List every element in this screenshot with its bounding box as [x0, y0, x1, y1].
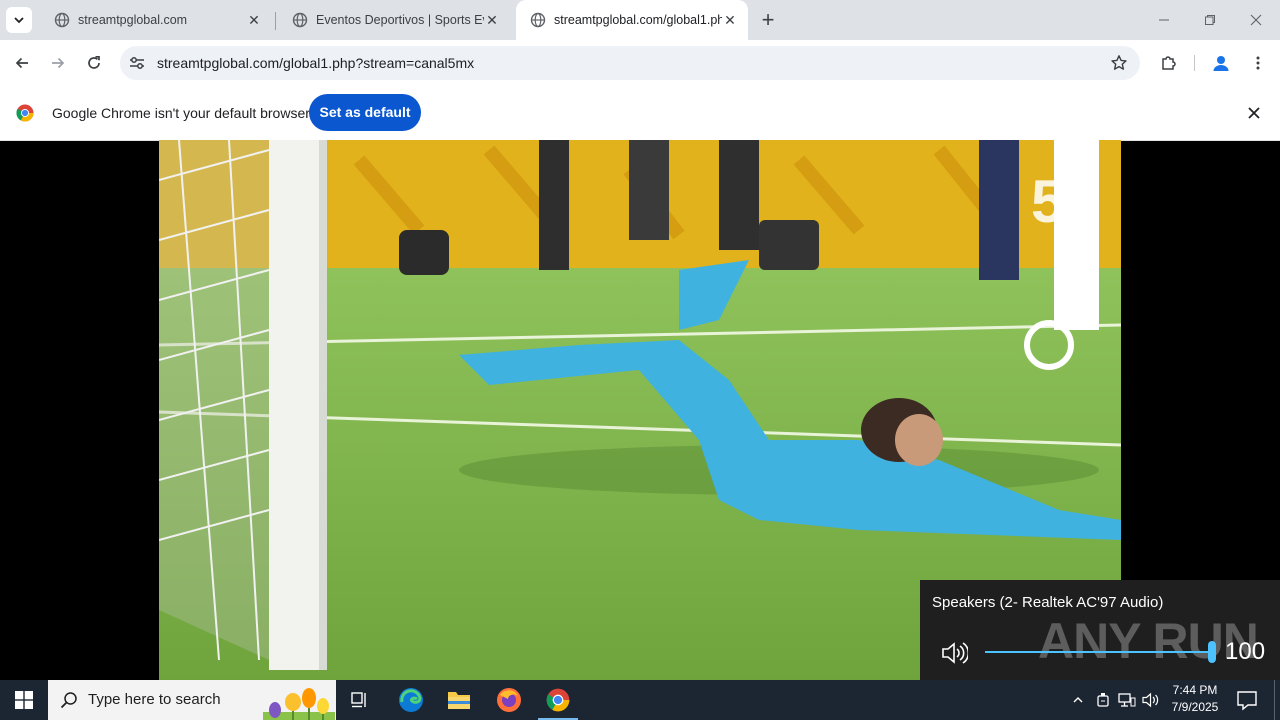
back-button[interactable] — [8, 49, 36, 77]
toolbar-divider — [1194, 55, 1195, 71]
show-hidden-icons-button[interactable] — [1068, 690, 1088, 710]
clock-date: 7/9/2025 — [1171, 700, 1219, 714]
network-icon — [1118, 693, 1136, 707]
start-button[interactable] — [0, 680, 48, 720]
close-icon[interactable]: ✕ — [246, 12, 262, 28]
chrome-logo-icon — [546, 688, 570, 712]
site-settings-icon[interactable] — [128, 54, 146, 72]
close-icon[interactable] — [1244, 103, 1264, 123]
taskbar-firefox[interactable] — [491, 684, 527, 716]
bookmark-star-icon[interactable] — [1110, 54, 1128, 72]
restore-button[interactable] — [1187, 6, 1233, 34]
volume-slider[interactable] — [985, 651, 1215, 653]
minimize-button[interactable] — [1141, 6, 1187, 34]
tab-title: Eventos Deportivos | Sports Eve — [316, 13, 484, 27]
taskbar-search-box[interactable]: Type here to search — [48, 680, 336, 720]
avatar-icon — [1213, 56, 1229, 71]
chevron-up-icon — [1073, 697, 1083, 703]
task-view-icon — [351, 692, 366, 708]
window-close-button[interactable] — [1233, 6, 1279, 34]
tab-title: streamtpglobal.com/global1.ph — [554, 13, 722, 27]
usb-device-icon — [1097, 693, 1109, 707]
task-view-button[interactable] — [342, 684, 378, 716]
chevron-down-icon — [14, 17, 24, 24]
chrome-logo-icon — [16, 104, 34, 122]
tab-title: streamtpglobal.com — [78, 13, 188, 27]
taskbar-chrome[interactable] — [540, 684, 576, 716]
flowers-decoration-icon — [263, 688, 335, 720]
taskbar-clock[interactable]: 7:44 PM 7/9/2025 — [1160, 682, 1230, 718]
new-tab-button[interactable]: + — [757, 8, 779, 32]
taskbar-file-explorer[interactable] — [441, 684, 477, 716]
tab-eventos-deportivos[interactable]: Eventos Deportivos | Sports Eve ✕ — [278, 0, 510, 40]
close-icon[interactable]: ✕ — [484, 12, 500, 28]
browser-toolbar: streamtpglobal.com/global1.php?stream=ca… — [0, 40, 1280, 86]
reload-icon — [88, 55, 100, 69]
edge-icon — [399, 688, 423, 712]
forward-button[interactable] — [44, 49, 72, 77]
tab-divider — [275, 12, 276, 30]
windows-logo-icon — [15, 691, 33, 709]
arrow-left-icon — [15, 57, 28, 69]
reload-button[interactable] — [80, 49, 108, 77]
globe-icon — [530, 12, 546, 28]
tab-strip: streamtpglobal.com ✕ Eventos Deportivos … — [0, 0, 1280, 40]
default-browser-infobar: Google Chrome isn't your default browser… — [0, 86, 1280, 141]
search-placeholder: Type here to search — [88, 691, 221, 708]
infobar-message: Google Chrome isn't your default browser — [52, 105, 310, 121]
minimize-icon — [1159, 19, 1169, 21]
tab-search-button[interactable] — [6, 7, 32, 33]
notification-icon[interactable] — [1236, 689, 1258, 711]
tab-global1-active[interactable]: streamtpglobal.com/global1.ph ✕ — [516, 0, 748, 40]
globe-icon — [54, 12, 70, 28]
close-icon — [1250, 14, 1262, 26]
folder-icon — [448, 692, 470, 709]
show-desktop-button[interactable] — [1274, 680, 1275, 720]
tray-volume[interactable] — [1141, 690, 1161, 710]
more-vertical-icon — [1256, 56, 1260, 70]
chrome-menu-button[interactable] — [1244, 49, 1272, 77]
puzzle-icon — [1162, 56, 1176, 70]
address-bar[interactable]: streamtpglobal.com/global1.php?stream=ca… — [120, 46, 1140, 80]
url-text[interactable]: streamtpglobal.com/global1.php?stream=ca… — [157, 46, 474, 80]
channel-logo: 5 — [1031, 168, 1064, 235]
search-icon — [60, 692, 77, 709]
firefox-icon — [497, 688, 521, 712]
audio-device-name[interactable]: Speakers (2- Realtek AC'97 Audio) — [932, 594, 1163, 611]
extensions-button[interactable] — [1155, 49, 1183, 77]
profile-button[interactable] — [1207, 49, 1235, 77]
volume-flyout: Speakers (2- Realtek AC'97 Audio) ANY RU… — [920, 580, 1280, 680]
taskbar-edge[interactable] — [393, 684, 429, 716]
windows-taskbar: Type here to search 7:44 PM 7/9/2025 — [0, 680, 1280, 720]
tray-device[interactable] — [1093, 690, 1113, 710]
globe-icon — [292, 12, 308, 28]
volume-level: 100 — [1225, 638, 1266, 665]
speaker-icon[interactable] — [940, 640, 968, 666]
speaker-icon — [1142, 692, 1159, 708]
tray-network[interactable] — [1117, 690, 1137, 710]
close-icon[interactable]: ✕ — [722, 12, 738, 28]
restore-icon — [1205, 15, 1215, 25]
set-as-default-button[interactable]: Set as default — [309, 94, 421, 131]
arrow-right-icon — [52, 57, 65, 69]
volume-slider-thumb[interactable] — [1208, 641, 1216, 663]
tab-streamtpglobal[interactable]: streamtpglobal.com ✕ — [40, 0, 272, 40]
clock-time: 7:44 PM — [1172, 683, 1218, 697]
